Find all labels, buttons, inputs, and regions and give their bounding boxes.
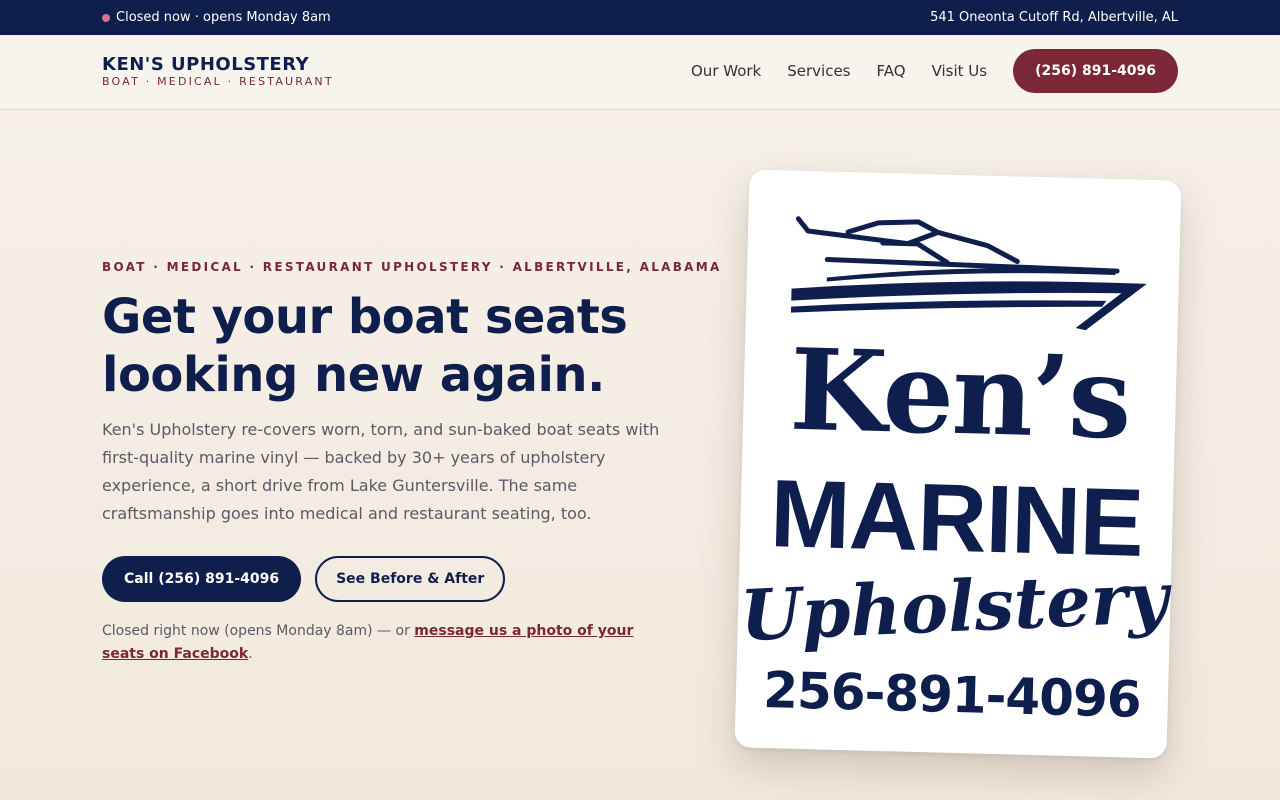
note-suffix: . [248,646,253,662]
hero-ctas: Call (256) 891-4096 See Before & After [102,556,702,602]
business-sign-image: Ken’s MARINE Upholstery 256-891-4096 [734,169,1182,759]
note-prefix: Closed right now (opens Monday 8am) — or [102,623,415,639]
main-nav: Our Work Services FAQ Visit Us (256) 891… [691,49,1178,93]
call-button[interactable]: Call (256) 891-4096 [102,556,302,602]
address-text: 541 Oneonta Cutoff Rd, Albertville, AL [930,10,1178,25]
brand-logo[interactable]: KEN'S UPHOLSTERY BOAT · MEDICAL · RESTAU… [102,55,334,89]
sign-line-kens: Ken’s [788,324,1132,465]
hero-lead: Ken's Upholstery re-covers worn, torn, a… [102,420,660,523]
top-bar: Closed now · opens Monday 8am 541 Oneont… [0,0,1280,35]
before-after-button[interactable]: See Before & After [315,556,506,602]
sign-line-upholstery: Upholstery [738,555,1170,658]
status-text: Closed now · opens Monday 8am [116,10,331,25]
boat-icon [790,216,1147,331]
sign-phone: 256-891-4096 [762,660,1142,729]
site-header: KEN'S UPHOLSTERY BOAT · MEDICAL · RESTAU… [0,35,1280,110]
nav-services[interactable]: Services [787,62,850,80]
brand-name: KEN'S UPHOLSTERY [102,54,310,75]
nav-our-work[interactable]: Our Work [691,62,761,80]
hero-headline: Get your boat seats looking new again. [102,289,628,403]
nav-faq[interactable]: FAQ [877,62,906,80]
hero-eyebrow: BOAT · MEDICAL · RESTAURANT UPHOLSTERY ·… [102,260,722,274]
header-phone-button[interactable]: (256) 891-4096 [1013,49,1178,93]
brand-tagline: BOAT · MEDICAL · RESTAURANT [102,75,334,88]
hero-content: BOAT · MEDICAL · RESTAURANT UPHOLSTERY ·… [102,260,722,666]
nav-visit-us[interactable]: Visit Us [932,62,988,80]
hero-note: Closed right now (opens Monday 8am) — or… [102,620,662,666]
business-status: Closed now · opens Monday 8am [102,10,331,25]
status-dot-icon [102,13,110,22]
